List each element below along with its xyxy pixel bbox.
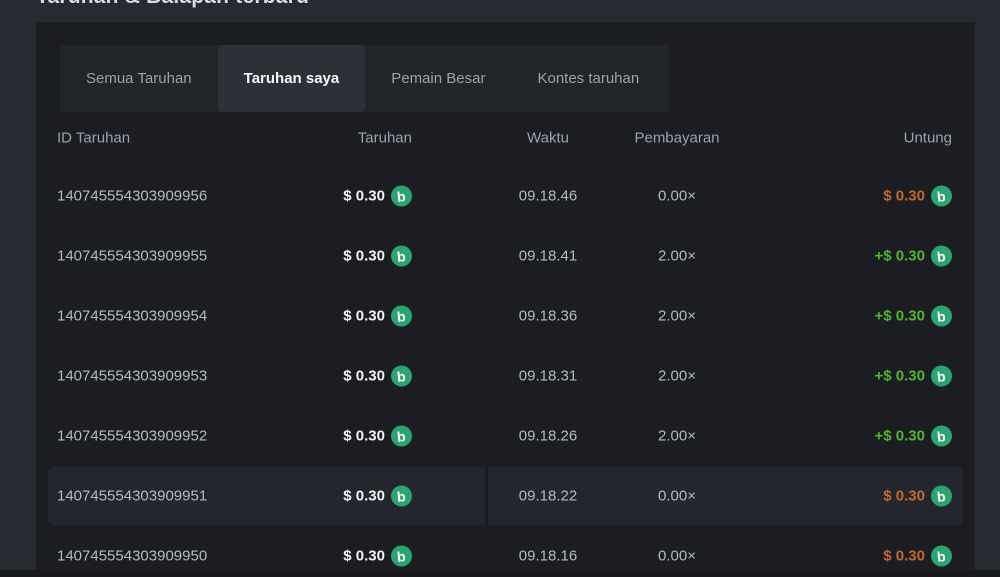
column-header-id: ID Taruhan [57, 130, 130, 147]
bet-profit: +$ 0.30 [875, 368, 925, 385]
bet-amount: $ 0.30 [343, 548, 385, 565]
bottom-divider [0, 570, 1000, 577]
tab-semua-taruhan[interactable]: Semua Taruhan [60, 45, 218, 112]
bet-time: 09.18.26 [476, 428, 620, 445]
bet-payout: 0.00× [605, 188, 749, 205]
tab-kontes-taruhan[interactable]: Kontes taruhan [511, 45, 665, 112]
column-header-time: Waktu [476, 130, 620, 147]
bet-profit: $ 0.30 [883, 488, 925, 505]
bet-profit: $ 0.30 [883, 548, 925, 565]
bet-amount-cell: $ 0.30 b [343, 486, 412, 507]
bet-profit-cell: $ 0.30 b [883, 486, 952, 507]
table-row[interactable]: 140745554303909952 $ 0.30 b 09.18.262.00× +$… [36, 406, 975, 466]
bet-payout: 0.00× [605, 548, 749, 565]
coin-glyph: b [397, 189, 407, 204]
bet-payout: 2.00× [605, 428, 749, 445]
bet-amount-cell: $ 0.30 b [343, 546, 412, 567]
coin-glyph: b [397, 489, 407, 504]
bet-payout: 2.00× [605, 308, 749, 325]
bet-time: 09.18.16 [476, 548, 620, 565]
bet-amount: $ 0.30 [343, 488, 385, 505]
bet-profit-cell: +$ 0.30 b [875, 426, 952, 447]
bet-amount-cell: $ 0.30 b [343, 246, 412, 267]
bet-time: 09.18.31 [476, 368, 620, 385]
bet-profit: +$ 0.30 [875, 308, 925, 325]
table-row[interactable]: 140745554303909951 $ 0.30 b 09.18.220.00× $ … [36, 466, 975, 526]
coin-glyph: b [937, 549, 947, 564]
bet-id: 140745554303909950 [57, 548, 207, 565]
bet-amount: $ 0.30 [343, 428, 385, 445]
bet-id: 140745554303909956 [57, 188, 207, 205]
bet-payout: 0.00× [605, 488, 749, 505]
bet-profit: +$ 0.30 [875, 248, 925, 265]
coin-icon: b [931, 186, 952, 207]
page-title: Taruhan & Balapan terbaru [36, 0, 309, 9]
coin-glyph: b [397, 309, 407, 324]
bet-id: 140745554303909951 [57, 488, 207, 505]
bets-panel: Semua TaruhanTaruhan sayaPemain BesarKon… [36, 22, 975, 570]
bet-profit-cell: $ 0.30 b [883, 546, 952, 567]
column-header-profit: Untung [904, 130, 952, 147]
coin-glyph: b [937, 489, 947, 504]
table-row[interactable]: 140745554303909953 $ 0.30 b 09.18.312.00× +$… [36, 346, 975, 406]
bet-amount: $ 0.30 [343, 308, 385, 325]
coin-icon: b [391, 366, 412, 387]
bet-amount-cell: $ 0.30 b [343, 186, 412, 207]
bet-id: 140745554303909955 [57, 248, 207, 265]
column-header-bet: Taruhan [358, 130, 412, 147]
coin-glyph: b [397, 549, 407, 564]
coin-icon: b [931, 246, 952, 267]
bet-amount-cell: $ 0.30 b [343, 306, 412, 327]
coin-glyph: b [937, 369, 947, 384]
bet-amount-cell: $ 0.30 b [343, 366, 412, 387]
coin-icon: b [931, 426, 952, 447]
bet-time: 09.18.41 [476, 248, 620, 265]
coin-icon: b [391, 306, 412, 327]
bet-amount: $ 0.30 [343, 248, 385, 265]
bet-payout: 2.00× [605, 368, 749, 385]
coin-glyph: b [397, 369, 407, 384]
table-row[interactable]: 140745554303909954 $ 0.30 b 09.18.362.00× +$… [36, 286, 975, 346]
bet-time: 09.18.36 [476, 308, 620, 325]
tab-taruhan-saya[interactable]: Taruhan saya [218, 45, 366, 112]
tab-pemain-besar[interactable]: Pemain Besar [365, 45, 511, 112]
coin-icon: b [391, 486, 412, 507]
bet-profit: +$ 0.30 [875, 428, 925, 445]
tab-bar: Semua TaruhanTaruhan sayaPemain BesarKon… [60, 45, 670, 112]
coin-glyph: b [397, 429, 407, 444]
coin-icon: b [931, 306, 952, 327]
table-header-row: ID Taruhan Taruhan Waktu Pembayaran Untu… [36, 118, 975, 158]
coin-glyph: b [937, 309, 947, 324]
coin-icon: b [391, 546, 412, 567]
coin-icon: b [391, 426, 412, 447]
bet-amount-cell: $ 0.30 b [343, 426, 412, 447]
coin-icon: b [931, 546, 952, 567]
table-row[interactable]: 140745554303909950 $ 0.30 b 09.18.160.00× $ … [36, 526, 975, 570]
bet-amount: $ 0.30 [343, 188, 385, 205]
column-header-payout: Pembayaran [605, 130, 749, 147]
coin-glyph: b [937, 429, 947, 444]
table-body: 140745554303909956$ 0.30b09.18.460.00×$ … [36, 166, 975, 570]
bet-id: 140745554303909954 [57, 308, 207, 325]
coin-icon: b [391, 246, 412, 267]
coin-glyph: b [937, 249, 947, 264]
coin-glyph: b [397, 249, 407, 264]
table-row[interactable]: 140745554303909955 $ 0.30 b 09.18.412.00× +$… [36, 226, 975, 286]
bet-profit-cell: +$ 0.30 b [875, 306, 952, 327]
bet-amount: $ 0.30 [343, 368, 385, 385]
bet-profit: $ 0.30 [883, 188, 925, 205]
bet-profit-cell: +$ 0.30 b [875, 366, 952, 387]
bet-time: 09.18.22 [476, 488, 620, 505]
coin-icon: b [931, 486, 952, 507]
coin-icon: b [391, 186, 412, 207]
coin-glyph: b [937, 189, 947, 204]
bet-payout: 2.00× [605, 248, 749, 265]
bet-id: 140745554303909953 [57, 368, 207, 385]
coin-icon: b [931, 366, 952, 387]
bet-profit-cell: +$ 0.30 b [875, 246, 952, 267]
bet-id: 140745554303909952 [57, 428, 207, 445]
table-row[interactable]: 140745554303909956 $ 0.30 b 09.18.460.00× $ … [36, 166, 975, 226]
bet-profit-cell: $ 0.30 b [883, 186, 952, 207]
bet-time: 09.18.46 [476, 188, 620, 205]
